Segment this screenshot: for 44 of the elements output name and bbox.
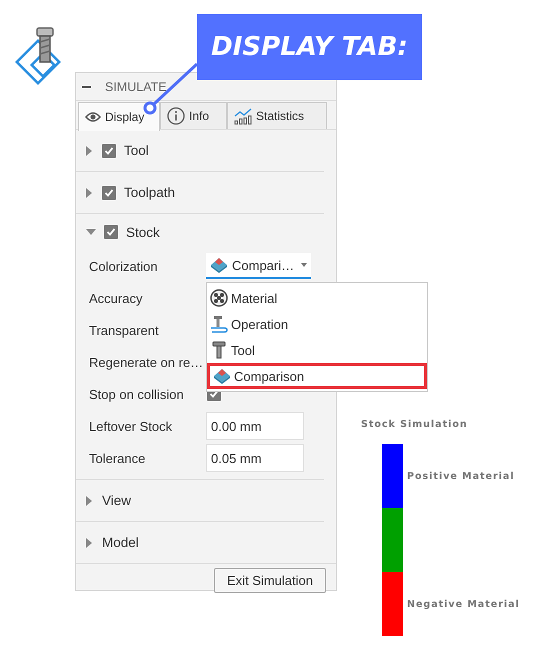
- legend-title: Stock Simulation: [361, 419, 469, 430]
- tab[interactable]: Display: [78, 102, 160, 131]
- tool-icon: [210, 341, 228, 359]
- legend-label: Negative Material: [407, 598, 520, 610]
- menu-item[interactable]: Tool: [207, 337, 427, 363]
- exit-simulation-button[interactable]: Exit Simulation: [214, 568, 326, 593]
- section-title: Toolpath: [124, 185, 176, 200]
- checker-icon: [210, 289, 228, 307]
- input-field[interactable]: 0.05 mm: [206, 444, 304, 472]
- menu-item[interactable]: Material: [207, 285, 427, 311]
- panel-title: SIMULATE: [105, 80, 167, 94]
- section-title: View: [102, 493, 132, 508]
- property-label: Stop on collision: [89, 386, 185, 402]
- expand-icon[interactable]: [86, 188, 92, 198]
- menu-item[interactable]: Operation: [207, 311, 427, 337]
- eye-icon: [85, 111, 101, 123]
- info-icon: [167, 107, 185, 125]
- chart-icon: [234, 107, 252, 125]
- tab[interactable]: Statistics: [227, 102, 327, 129]
- checkbox[interactable]: [102, 186, 116, 200]
- input-field[interactable]: 0.00 mm: [206, 412, 304, 440]
- legend-label: Positive Material: [407, 470, 515, 482]
- pyramid-icon: [213, 368, 231, 384]
- expand-icon[interactable]: [86, 146, 92, 156]
- checkbox[interactable]: [104, 225, 118, 239]
- expand-icon[interactable]: [86, 538, 92, 548]
- property-label: Regenerate on re…: [89, 354, 204, 370]
- callout-label: DISPLAY TAB:: [197, 14, 422, 80]
- menu-item[interactable]: Comparison: [207, 363, 427, 389]
- colorization-dropdown[interactable]: Compari…: [206, 253, 312, 279]
- property-label: Leftover Stock: [89, 418, 174, 434]
- expand-icon[interactable]: [86, 229, 96, 235]
- pyramid-icon: [210, 257, 228, 273]
- checkbox[interactable]: [102, 144, 116, 158]
- mill-icon: [210, 315, 228, 333]
- property-label: Accuracy: [89, 290, 144, 306]
- expand-icon[interactable]: [86, 496, 92, 506]
- property-label: Transparent: [89, 322, 160, 338]
- tab[interactable]: Info: [160, 102, 227, 129]
- property-label: Colorization: [89, 258, 159, 274]
- property-label: Tolerance: [89, 450, 146, 466]
- section-title: Stock: [126, 224, 160, 240]
- section-title: Tool: [124, 143, 149, 158]
- section-title: Model: [102, 535, 139, 550]
